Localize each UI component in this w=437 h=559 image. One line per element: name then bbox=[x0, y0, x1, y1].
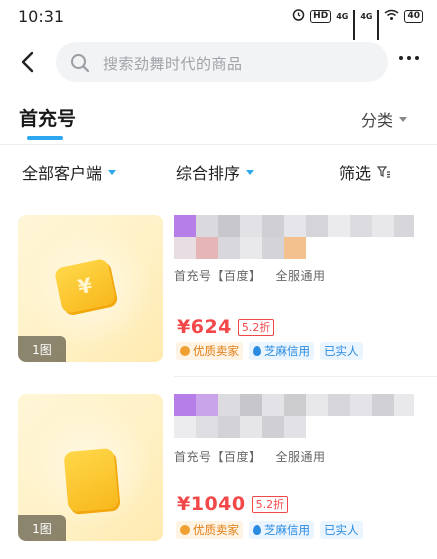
listing-price: ¥1040 bbox=[177, 493, 246, 515]
filter-icon bbox=[377, 166, 391, 178]
listing-item[interactable]: ¥ 1图 首充号【百度】 全服通用 ¥624 5.2折 优质卖家 芝麻信用 已实人 bbox=[0, 215, 437, 380]
gold-bar-icon bbox=[63, 447, 119, 513]
status-bar: 10:31 HD 4G 4G 40 bbox=[0, 0, 437, 40]
tab-underline bbox=[27, 136, 63, 140]
search-input[interactable]: 搜索劲舞时代的商品 bbox=[56, 42, 388, 82]
filter-label: 筛选 bbox=[339, 164, 372, 183]
tab-bar: 首充号 分类 bbox=[0, 96, 437, 142]
caret-down-icon bbox=[399, 116, 408, 122]
wifi-icon bbox=[384, 9, 399, 24]
listing-title-pixelated bbox=[174, 215, 414, 259]
listing-price: ¥624 bbox=[177, 316, 232, 338]
back-arrow-icon bbox=[21, 51, 34, 73]
listing-title-pixelated bbox=[174, 394, 414, 438]
seller-badges: 优质卖家 芝麻信用 已实人 bbox=[176, 521, 363, 539]
image-count: 1图 bbox=[18, 336, 66, 362]
sort-label: 综合排序 bbox=[176, 164, 241, 183]
client-filter-label: 全部客户端 bbox=[22, 164, 103, 183]
search-header: 搜索劲舞时代的商品 bbox=[0, 38, 437, 86]
badge-quality-seller: 优质卖家 bbox=[176, 521, 243, 539]
hd-icon: HD bbox=[310, 9, 332, 23]
listing-thumbnail: ¥ 1图 bbox=[18, 215, 163, 362]
listing-meta: 首充号【百度】 全服通用 bbox=[174, 269, 326, 283]
search-placeholder: 搜索劲舞时代的商品 bbox=[103, 55, 243, 73]
badge-sesame-credit: 芝麻信用 bbox=[249, 342, 314, 360]
signal-icon-1 bbox=[353, 10, 356, 40]
listing-item[interactable]: 1图 首充号【百度】 全服通用 ¥1040 5.2折 优质卖家 芝麻信用 已实人 bbox=[0, 394, 437, 559]
search-icon bbox=[71, 54, 90, 73]
badge-verified: 已实人 bbox=[320, 342, 363, 360]
badge-verified: 已实人 bbox=[320, 521, 363, 539]
category-dropdown[interactable]: 分类 bbox=[361, 107, 408, 131]
category-label: 分类 bbox=[361, 111, 394, 130]
sort-dropdown[interactable]: 综合排序 bbox=[176, 160, 255, 184]
caret-down-icon bbox=[108, 169, 117, 175]
filter-button[interactable]: 筛选 bbox=[339, 160, 391, 184]
status-time: 10:31 bbox=[18, 7, 65, 26]
image-count: 1图 bbox=[18, 515, 66, 541]
seller-badges: 优质卖家 芝麻信用 已实人 bbox=[176, 342, 363, 360]
medal-icon bbox=[180, 346, 190, 356]
drop-icon bbox=[253, 525, 261, 535]
discount-badge: 5.2折 bbox=[251, 495, 289, 513]
discount-badge: 5.2折 bbox=[237, 318, 275, 336]
battery-icon: 40 bbox=[404, 9, 423, 23]
badge-sesame-credit: 芝麻信用 bbox=[249, 521, 314, 539]
alarm-icon bbox=[292, 8, 305, 24]
back-button[interactable] bbox=[14, 48, 42, 76]
listing-meta: 首充号【百度】 全服通用 bbox=[174, 450, 326, 464]
more-icon[interactable] bbox=[399, 56, 419, 60]
tab-first-charge[interactable]: 首充号 bbox=[19, 104, 76, 131]
signal-icon-2 bbox=[377, 10, 380, 40]
listing-separator bbox=[174, 376, 437, 377]
status-icons: HD 4G 4G 40 bbox=[292, 8, 423, 40]
filter-bar: 全部客户端 综合排序 筛选 bbox=[0, 150, 437, 190]
divider bbox=[0, 144, 437, 145]
listing-price-row: ¥1040 5.2折 bbox=[177, 493, 289, 515]
badge-quality-seller: 优质卖家 bbox=[176, 342, 243, 360]
caret-down-icon bbox=[246, 169, 255, 175]
client-filter[interactable]: 全部客户端 bbox=[22, 160, 117, 184]
drop-icon bbox=[253, 346, 261, 356]
listing-price-row: ¥624 5.2折 bbox=[177, 316, 275, 338]
listing-thumbnail: 1图 bbox=[18, 394, 163, 541]
net-label-2: 4G bbox=[360, 11, 373, 21]
net-label-1: 4G bbox=[336, 11, 349, 21]
medal-icon bbox=[180, 525, 190, 535]
